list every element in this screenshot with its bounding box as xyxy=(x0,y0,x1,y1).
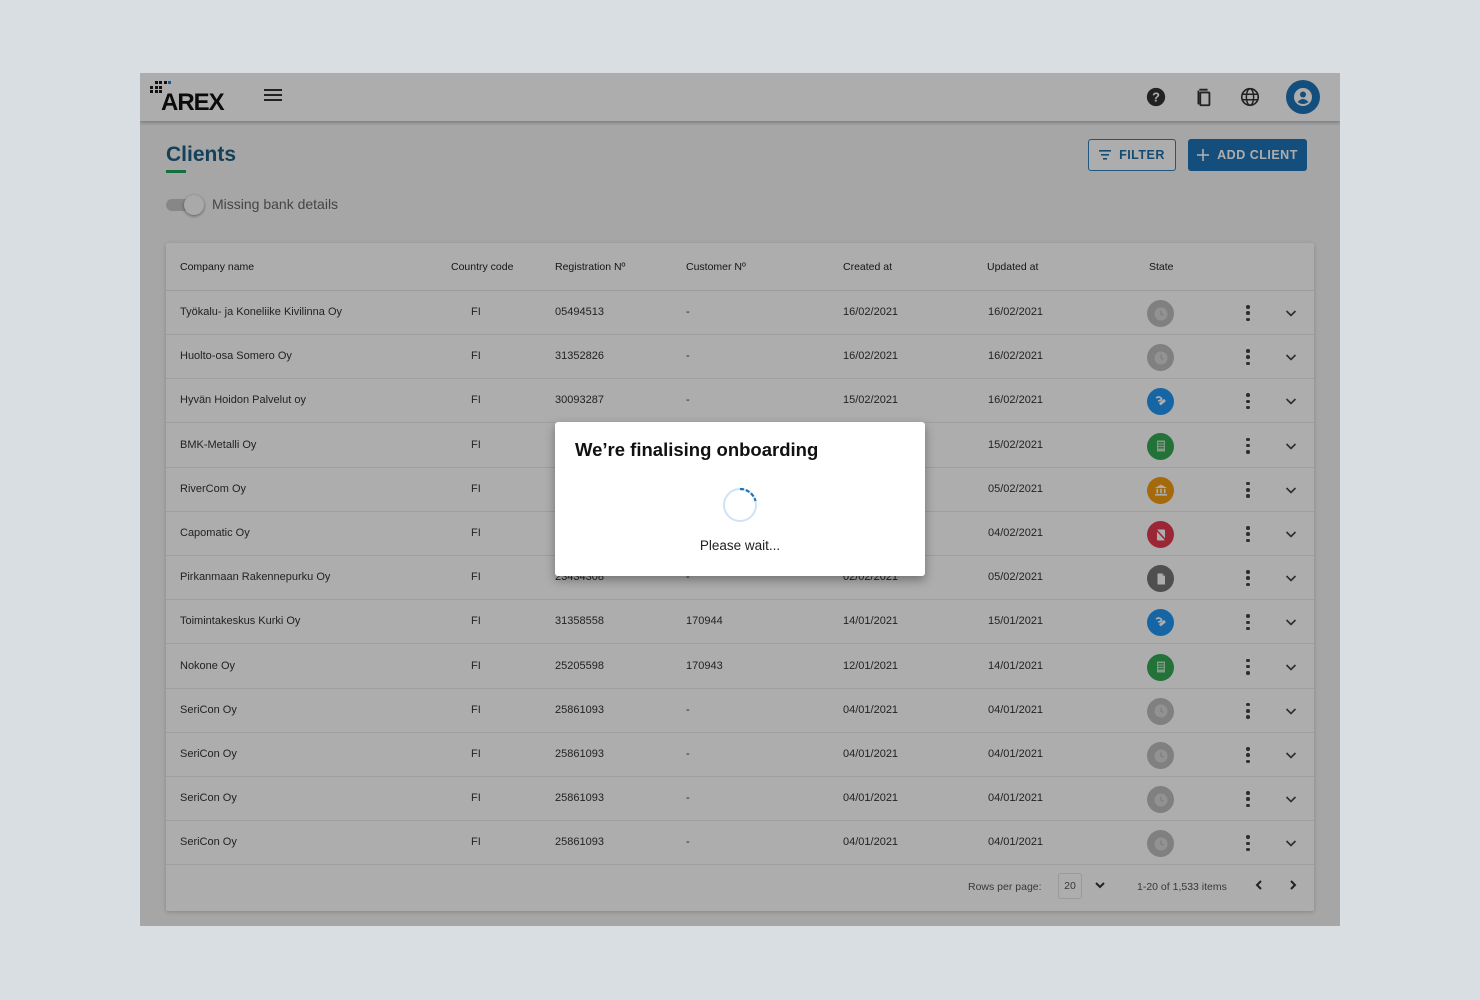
onboarding-modal: We’re finalising onboarding Please wait.… xyxy=(555,422,925,576)
modal-message: Please wait... xyxy=(699,538,781,553)
app-window: AREX ? Clients FILTER ADD CLIENT Missing… xyxy=(140,73,1340,926)
modal-title: We’re finalising onboarding xyxy=(575,439,819,460)
loading-spinner-icon xyxy=(723,487,757,522)
